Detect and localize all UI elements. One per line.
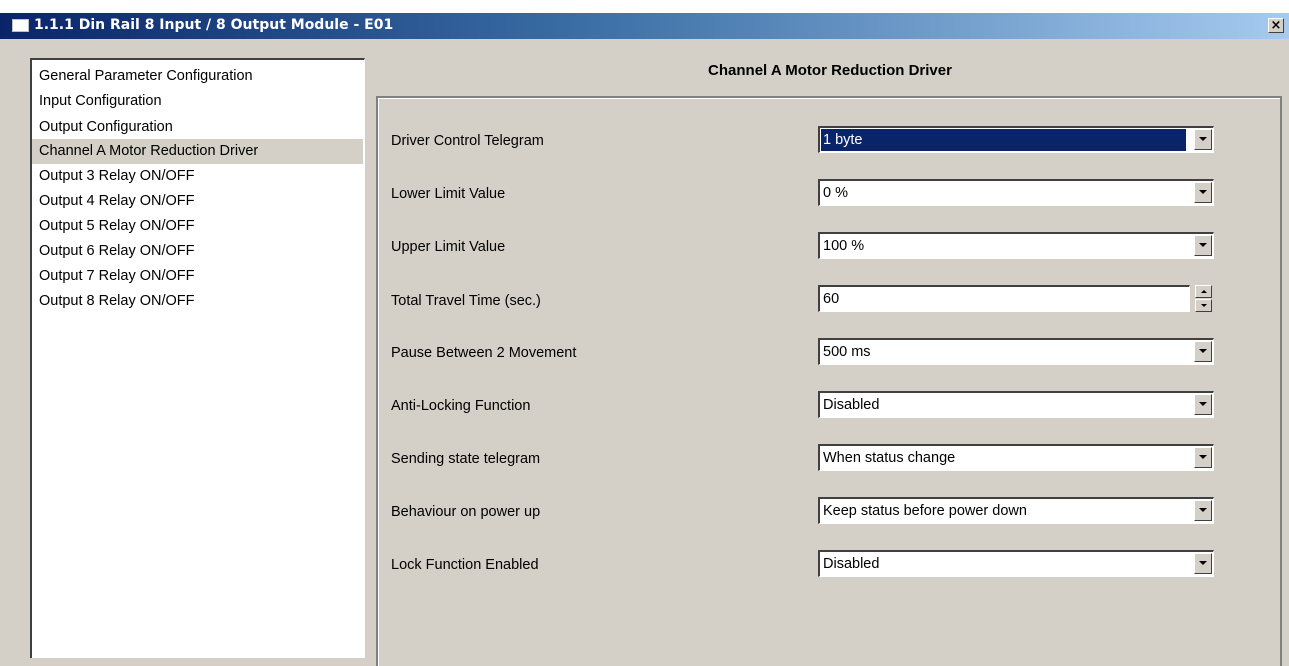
lower-limit-value-dropdown[interactable]: 0 % (818, 179, 1214, 206)
dropdown-value: 100 % (823, 238, 865, 254)
upper-limit-value-dropdown[interactable]: 100 % (818, 232, 1214, 259)
param-label-behaviour-on-power-up: Behaviour on power up (391, 504, 541, 520)
dropdown-value: Keep status before power down (823, 503, 1027, 519)
param-label-lower-limit-value: Lower Limit Value (391, 186, 506, 202)
title-bar: 1.1.1 Din Rail 8 Input / 8 Output Module… (0, 13, 1289, 39)
spin-up-icon[interactable] (1195, 285, 1212, 298)
top-strip (0, 0, 1289, 13)
behaviour-on-power-up-dropdown[interactable]: Keep status before power down (818, 497, 1214, 524)
window-title: 1.1.1 Din Rail 8 Input / 8 Output Module… (34, 17, 394, 33)
sending-state-telegram-dropdown[interactable]: When status change (818, 444, 1214, 471)
nav-item-output-6-relay[interactable]: Output 6 Relay ON/OFF (32, 239, 363, 264)
nav-item-output-4-relay[interactable]: Output 4 Relay ON/OFF (32, 189, 363, 214)
dropdown-value: 500 ms (823, 344, 871, 360)
parameter-group-list: General Parameter Configuration Input Co… (30, 58, 365, 658)
param-label-pause-between-movement: Pause Between 2 Movement (391, 345, 577, 361)
dropdown-arrow-icon[interactable] (1194, 341, 1212, 362)
param-label-upper-limit-value: Upper Limit Value (391, 239, 506, 255)
anti-locking-function-dropdown[interactable]: Disabled (818, 391, 1214, 418)
dropdown-arrow-icon[interactable] (1194, 447, 1212, 468)
spin-down-icon[interactable] (1195, 299, 1212, 312)
dropdown-arrow-icon[interactable] (1194, 235, 1212, 256)
spinner-value: 60 (823, 291, 840, 307)
dropdown-arrow-icon[interactable] (1194, 129, 1212, 150)
param-label-sending-state-telegram: Sending state telegram (391, 451, 541, 467)
dropdown-arrow-icon[interactable] (1194, 394, 1212, 415)
param-label-driver-control-telegram: Driver Control Telegram (391, 133, 544, 149)
dropdown-arrow-icon[interactable] (1194, 553, 1212, 574)
nav-item-output-5-relay[interactable]: Output 5 Relay ON/OFF (32, 214, 363, 239)
nav-item-output-configuration[interactable]: Output Configuration (32, 115, 363, 140)
window-icon (12, 19, 29, 32)
dropdown-value: When status change (823, 450, 956, 466)
nav-item-channel-a-motor-reduction-driver[interactable]: Channel A Motor Reduction Driver (32, 139, 363, 164)
lock-function-enabled-dropdown[interactable]: Disabled (818, 550, 1214, 577)
pause-between-movement-dropdown[interactable]: 500 ms (818, 338, 1214, 365)
driver-control-telegram-dropdown[interactable]: 1 byte (818, 126, 1214, 153)
dropdown-value: 1 byte (821, 129, 1186, 151)
dropdown-arrow-icon[interactable] (1194, 182, 1212, 203)
nav-item-input-configuration[interactable]: Input Configuration (32, 89, 363, 114)
param-label-total-travel-time: Total Travel Time (sec.) (391, 293, 541, 309)
param-label-anti-locking-function: Anti-Locking Function (391, 398, 531, 414)
total-travel-time-input[interactable]: 60 (818, 285, 1190, 312)
nav-item-general-parameter-configuration[interactable]: General Parameter Configuration (32, 64, 363, 89)
dropdown-arrow-icon[interactable] (1194, 500, 1212, 521)
page-title: Channel A Motor Reduction Driver (708, 62, 952, 79)
close-button[interactable]: × (1268, 18, 1284, 33)
dropdown-value: Disabled (823, 556, 880, 572)
dropdown-value: Disabled (823, 397, 880, 413)
nav-item-output-7-relay[interactable]: Output 7 Relay ON/OFF (32, 264, 363, 289)
nav-item-output-3-relay[interactable]: Output 3 Relay ON/OFF (32, 164, 363, 189)
total-travel-time-spinner: 60 (818, 285, 1214, 312)
param-label-lock-function-enabled: Lock Function Enabled (391, 557, 539, 573)
nav-item-output-8-relay[interactable]: Output 8 Relay ON/OFF (32, 289, 363, 314)
dropdown-value: 0 % (823, 185, 848, 201)
